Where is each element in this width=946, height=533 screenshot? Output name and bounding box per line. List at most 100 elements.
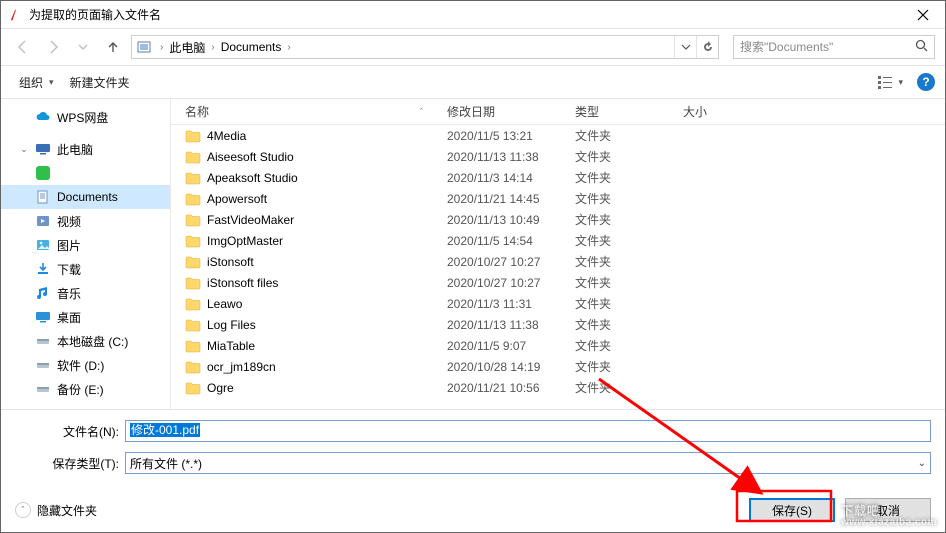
table-row[interactable]: Ogre2020/11/21 10:56文件夹 — [171, 377, 945, 398]
filetype-row: 保存类型(T): 所有文件 (*.*) ⌄ — [15, 452, 931, 474]
sidebar-item-downloads[interactable]: 下载 — [1, 257, 170, 281]
filename-input[interactable]: 修改-001.pdf — [125, 420, 931, 442]
cell-type: 文件夹 — [561, 127, 669, 144]
video-icon — [35, 213, 51, 229]
cell-name: 4Media — [171, 129, 433, 143]
chevron-down-icon: ▾ — [896, 77, 903, 88]
folder-icon — [185, 192, 201, 206]
navbar: › 此电脑 › Documents › — [1, 29, 945, 65]
new-folder-label: 新建文件夹 — [70, 74, 130, 91]
table-row[interactable]: iStonsoft files2020/10/27 10:27文件夹 — [171, 272, 945, 293]
cell-name: iStonsoft — [171, 255, 433, 269]
view-mode-button[interactable]: ▾ — [873, 73, 907, 91]
documents-icon — [35, 189, 51, 205]
nav-recent-button[interactable] — [71, 35, 95, 59]
table-row[interactable]: ImgOptMaster2020/11/5 14:54文件夹 — [171, 230, 945, 251]
cell-type: 文件夹 — [561, 379, 669, 396]
sidebar-item-unknown[interactable] — [1, 161, 170, 185]
new-folder-button[interactable]: 新建文件夹 — [62, 70, 138, 95]
address-refresh-button[interactable] — [696, 36, 718, 58]
crumb-separator[interactable]: › — [156, 42, 167, 53]
table-row[interactable]: Log Files2020/11/13 11:38文件夹 — [171, 314, 945, 335]
cell-type: 文件夹 — [561, 232, 669, 249]
table-row[interactable]: Apeaksoft Studio2020/11/3 14:14文件夹 — [171, 167, 945, 188]
list-body[interactable]: 4Media2020/11/5 13:21文件夹Aiseesoft Studio… — [171, 125, 945, 409]
sidebar-item-thispc[interactable]: ⌄ 此电脑 — [1, 137, 170, 161]
search-box[interactable] — [733, 35, 935, 59]
help-button[interactable]: ? — [917, 73, 935, 91]
list-header: 名称ˆ 修改日期 类型 大小 — [171, 99, 945, 125]
crumb-separator[interactable]: › — [207, 42, 218, 53]
desktop-icon — [35, 309, 51, 325]
cell-date: 2020/11/13 10:49 — [433, 213, 561, 227]
filetype-select[interactable]: 所有文件 (*.*) ⌄ — [125, 452, 931, 474]
arrow-up-icon — [105, 39, 121, 55]
sidebar-item-label: 本地磁盘 (C:) — [57, 333, 128, 350]
table-row[interactable]: Leawo2020/11/3 11:31文件夹 — [171, 293, 945, 314]
nav-forward-button[interactable] — [41, 35, 65, 59]
close-icon — [917, 9, 929, 21]
sidebar-item-soft-d[interactable]: 软件 (D:) — [1, 353, 170, 377]
cell-name: Apeaksoft Studio — [171, 171, 433, 185]
watermark-text: 下载吧 — [841, 504, 880, 518]
crumb-separator[interactable]: › — [283, 42, 294, 53]
sidebar-item-label: 视频 — [57, 213, 81, 230]
table-row[interactable]: FastVideoMaker2020/11/13 10:49文件夹 — [171, 209, 945, 230]
sidebar-item-wps[interactable]: WPS网盘 — [1, 105, 170, 129]
sidebar-item-desktop[interactable]: 桌面 — [1, 305, 170, 329]
sidebar-item-localdisk-c[interactable]: 本地磁盘 (C:) — [1, 329, 170, 353]
crumb-pc[interactable]: 此电脑 — [167, 39, 207, 56]
cell-name: FastVideoMaker — [171, 213, 433, 227]
column-header-name[interactable]: 名称ˆ — [171, 103, 433, 120]
cell-type: 文件夹 — [561, 316, 669, 333]
nav-up-button[interactable] — [101, 35, 125, 59]
pictures-icon — [35, 237, 51, 253]
search-icon[interactable] — [915, 39, 928, 55]
address-bar[interactable]: › 此电脑 › Documents › — [131, 35, 719, 59]
table-row[interactable]: 4Media2020/11/5 13:21文件夹 — [171, 125, 945, 146]
folder-icon — [185, 234, 201, 248]
organize-button[interactable]: 组织▾ — [11, 70, 62, 95]
save-button[interactable]: 保存(S) — [749, 498, 835, 522]
toolbar: 组织▾ 新建文件夹 ▾ ? — [1, 65, 945, 99]
watermark-url: www.xiazaiba.com — [841, 517, 937, 528]
table-row[interactable]: Aiseesoft Studio2020/11/13 11:38文件夹 — [171, 146, 945, 167]
search-input[interactable] — [740, 40, 911, 54]
window-title: 为提取的页面输入文件名 — [29, 6, 161, 23]
app-icon — [9, 8, 23, 22]
column-header-type[interactable]: 类型 — [561, 103, 669, 120]
sidebar-item-label: 下载 — [57, 261, 81, 278]
sidebar-item-label: Documents — [57, 190, 118, 204]
sidebar-item-music[interactable]: 音乐 — [1, 281, 170, 305]
cell-name: ocr_jm189cn — [171, 360, 433, 374]
cell-name: Aiseesoft Studio — [171, 150, 433, 164]
folder-icon — [185, 276, 201, 290]
table-row[interactable]: Apowersoft2020/11/21 14:45文件夹 — [171, 188, 945, 209]
table-row[interactable]: iStonsoft2020/10/27 10:27文件夹 — [171, 251, 945, 272]
drive-icon — [35, 357, 51, 373]
save-dialog-window: 为提取的页面输入文件名 › 此电脑 › Documents › — [0, 0, 946, 533]
cell-date: 2020/11/3 11:31 — [433, 297, 561, 311]
address-dropdown-button[interactable] — [674, 36, 696, 58]
close-button[interactable] — [901, 1, 945, 28]
sidebar-item-backup-e[interactable]: 备份 (E:) — [1, 377, 170, 401]
chevron-down-icon — [78, 42, 88, 52]
sidebar-item-pictures[interactable]: 图片 — [1, 233, 170, 257]
hide-folders-toggle[interactable]: ˆ 隐藏文件夹 — [15, 502, 97, 519]
crumb-documents[interactable]: Documents — [219, 40, 284, 54]
table-row[interactable]: MiaTable2020/11/5 9:07文件夹 — [171, 335, 945, 356]
sidebar-item-videos[interactable]: 视频 — [1, 209, 170, 233]
file-listing: 名称ˆ 修改日期 类型 大小 4Media2020/11/5 13:21文件夹A… — [171, 99, 945, 409]
sidebar-item-documents[interactable]: Documents — [1, 185, 170, 209]
bottom-panel: 文件名(N): 修改-001.pdf 保存类型(T): 所有文件 (*.*) ⌄ — [1, 409, 945, 474]
nav-back-button[interactable] — [11, 35, 35, 59]
column-header-date[interactable]: 修改日期 — [433, 103, 561, 120]
column-header-size[interactable]: 大小 — [669, 103, 749, 120]
sidebar-item-label: 软件 (D:) — [57, 357, 104, 374]
cell-date: 2020/11/13 11:38 — [433, 318, 561, 332]
folder-icon — [185, 318, 201, 332]
table-row[interactable]: ocr_jm189cn2020/10/28 14:19文件夹 — [171, 356, 945, 377]
cell-type: 文件夹 — [561, 295, 669, 312]
folder-icon — [185, 171, 201, 185]
chevron-up-icon: ˆ — [15, 502, 31, 518]
